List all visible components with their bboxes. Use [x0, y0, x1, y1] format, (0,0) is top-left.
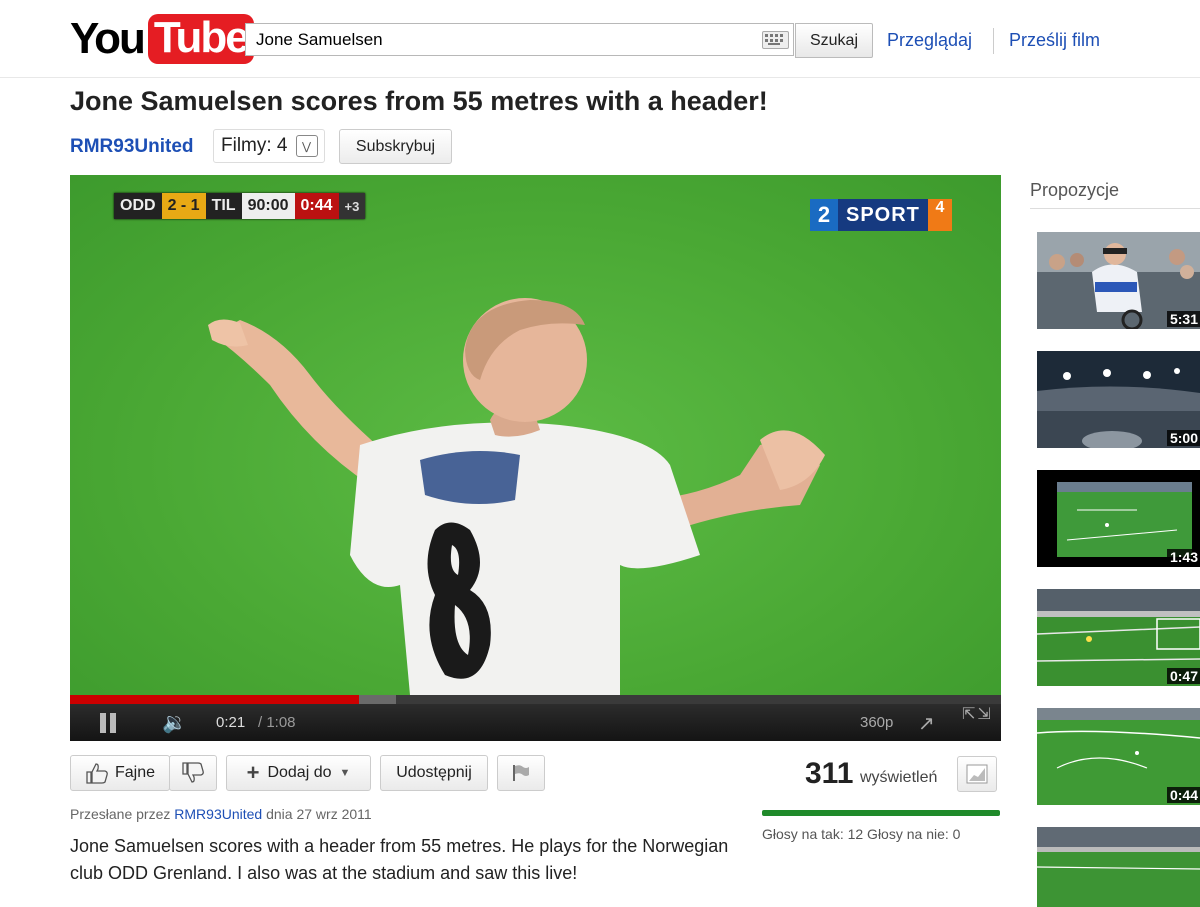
- thumbnail-duration: 0:47: [1166, 668, 1200, 684]
- thumbnail-duration: 0:44: [1166, 787, 1200, 803]
- played-bar: [70, 695, 359, 704]
- dislike-button[interactable]: [169, 755, 217, 791]
- extra-time: 0:44: [294, 193, 339, 219]
- channel-videos-label: Filmy: 4: [221, 135, 288, 156]
- channel-link[interactable]: RMR93United: [70, 136, 194, 158]
- flag-icon: [513, 765, 529, 781]
- suggestion-thumbnail[interactable]: 5:31: [1037, 232, 1200, 329]
- player-controls: 🔉 0:21 / 1:08 360p ↗ ⇱⇲: [70, 704, 1001, 741]
- upload-date: dnia 27 wrz 2011: [266, 806, 372, 822]
- share-button[interactable]: Udostępnij: [380, 755, 488, 791]
- quality-button[interactable]: 360p: [860, 714, 893, 731]
- suggestions-title: Propozycje: [1030, 180, 1120, 200]
- away-team: TIL: [205, 193, 242, 219]
- home-team: ODD: [114, 193, 162, 219]
- logo-you-text: You: [70, 14, 146, 63]
- youtube-logo[interactable]: You Tube: [70, 11, 254, 67]
- added-minutes: +3: [338, 193, 366, 219]
- view-count: 311: [805, 757, 854, 790]
- subscribe-button[interactable]: Subskrybuj: [339, 129, 452, 164]
- pause-icon[interactable]: [98, 713, 118, 733]
- like-button[interactable]: Fajne: [70, 755, 170, 791]
- search-input[interactable]: [246, 24, 736, 55]
- suggestion-thumbnail[interactable]: 1:43: [1037, 470, 1200, 567]
- nav-browse-link[interactable]: Przeglądaj: [887, 30, 972, 51]
- thumbs-down-icon: [182, 762, 204, 783]
- broadcaster-channel: 4: [927, 199, 952, 231]
- suggestions-divider: [1030, 208, 1200, 209]
- upload-info: Przesłane przez RMR93United dnia 27 wrz …: [70, 806, 372, 822]
- celebrating-player-image: [208, 298, 825, 695]
- popout-icon[interactable]: ↗: [918, 711, 935, 736]
- like-label: Fajne: [114, 764, 156, 781]
- plus-icon: +: [246, 760, 260, 785]
- search-button[interactable]: Szukaj: [795, 23, 873, 58]
- broadcaster-number: 2: [810, 199, 838, 231]
- flag-button[interactable]: [497, 755, 545, 791]
- video-frame[interactable]: ODD 2 - 1 TIL 90:00 0:44 +3 2 SPORT 4: [70, 175, 1001, 695]
- stats-button[interactable]: [957, 756, 997, 792]
- add-to-button[interactable]: + Dodaj do ▼: [226, 755, 371, 791]
- current-time: 0:21: [216, 714, 246, 731]
- match-clock: 90:00: [241, 193, 295, 219]
- suggestion-thumbnail[interactable]: 0:44: [1037, 708, 1200, 805]
- video-title: Jone Samuelsen scores from 55 metres wit…: [70, 86, 768, 116]
- total-time: / 1:08: [258, 714, 296, 731]
- thumbnail-duration: 1:43: [1166, 549, 1200, 565]
- video-progress-bar[interactable]: [70, 695, 1001, 704]
- match-score: 2 - 1: [161, 193, 206, 219]
- thumbnail-duration: 5:00: [1166, 430, 1200, 446]
- score-overlay: ODD 2 - 1 TIL 90:00 0:44 +3: [114, 193, 366, 219]
- video-player[interactable]: ODD 2 - 1 TIL 90:00 0:44 +3 2 SPORT 4 🔉 …: [70, 175, 1001, 741]
- fullscreen-icon[interactable]: ⇱⇲: [962, 707, 991, 723]
- like-ratio-bar: [762, 810, 1000, 816]
- suggestion-thumbnail[interactable]: 5:00: [1037, 351, 1200, 448]
- view-count-label: wyświetleń: [860, 769, 938, 786]
- search-box: [245, 23, 794, 56]
- thumbnail-duration: 5:31: [1166, 311, 1200, 327]
- thumbs-up-icon: [86, 763, 108, 784]
- buffer-bar: [359, 695, 396, 704]
- logo-tube-text: Tube: [147, 14, 254, 64]
- caret-down-icon: ▼: [339, 767, 351, 779]
- keyboard-icon[interactable]: [762, 31, 789, 49]
- upload-channel-link[interactable]: RMR93United: [174, 806, 262, 822]
- chart-icon: [966, 764, 988, 784]
- nav-upload-link[interactable]: Prześlij film: [1009, 30, 1100, 51]
- chevron-down-icon: ⋁: [295, 135, 318, 157]
- broadcaster-logo: 2 SPORT 4: [810, 199, 952, 231]
- thumbnail-stadium-image: [1037, 827, 1200, 907]
- nav-divider: [993, 28, 994, 54]
- upload-prefix: Przesłane przez: [70, 806, 171, 822]
- volume-icon[interactable]: 🔉: [162, 710, 187, 735]
- broadcaster-name: SPORT: [838, 199, 928, 231]
- votes-text: Głosy na tak: 12 Głosy na nie: 0: [762, 826, 961, 842]
- channel-videos-dropdown[interactable]: Filmy: 4 ⋁: [213, 129, 325, 163]
- suggestion-thumbnail[interactable]: 0:47: [1037, 589, 1200, 686]
- video-description: Jone Samuelsen scores with a header from…: [70, 836, 729, 883]
- add-to-label: Dodaj do: [267, 764, 332, 781]
- suggestion-thumbnail[interactable]: [1037, 827, 1200, 907]
